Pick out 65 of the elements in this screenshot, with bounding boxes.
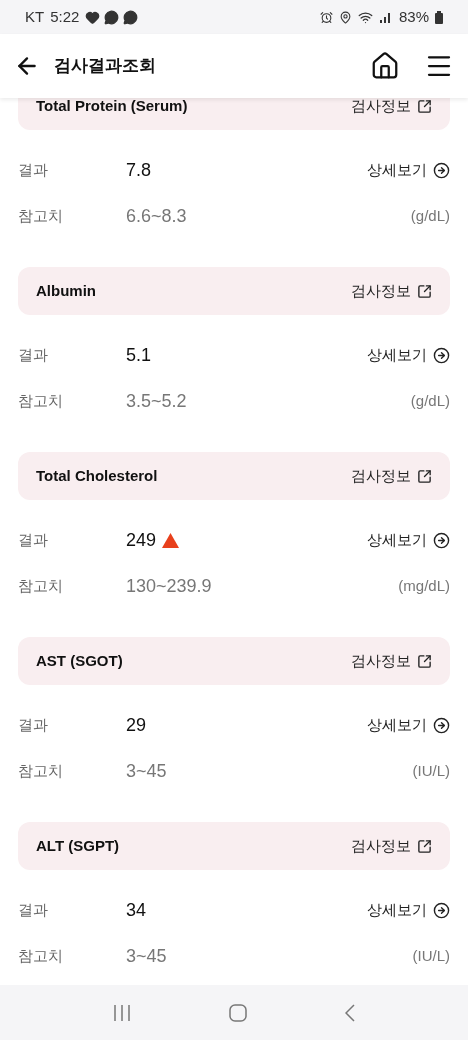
heart-icon — [85, 9, 101, 25]
alarm-icon — [319, 10, 333, 24]
test-name: ALT (SGPT) — [36, 835, 120, 856]
test-name: Albumin — [36, 280, 96, 301]
arrow-circle-icon — [433, 716, 450, 734]
test-info-link[interactable]: 검사정보 — [351, 98, 432, 118]
test-name: Total Protein (Serum) — [36, 98, 188, 116]
home-icon[interactable] — [370, 51, 400, 81]
reference-label: 참고치 — [18, 390, 64, 411]
reference-label: 참고치 — [18, 205, 64, 226]
unit: (IU/L) — [412, 945, 450, 966]
external-link-icon — [417, 98, 432, 114]
result-value: 249 — [126, 528, 157, 552]
result-value: 7.8 — [126, 158, 152, 182]
home-button-icon[interactable] — [229, 1003, 247, 1022]
arrow-circle-icon — [433, 161, 450, 179]
result-value: 34 — [126, 898, 147, 922]
reference-label: 참고치 — [18, 575, 64, 596]
test-info-link[interactable]: 검사정보 — [351, 464, 432, 488]
reference-range: 130~239.9 — [126, 574, 212, 598]
arrow-circle-icon — [433, 346, 450, 364]
unit: (mg/dL) — [398, 575, 450, 596]
arrow-circle-icon — [433, 531, 450, 549]
clock: 5:22 — [50, 6, 80, 27]
detail-link[interactable]: 상세보기 — [367, 713, 450, 737]
result-label: 결과 — [18, 714, 49, 735]
detail-link[interactable]: 상세보기 — [367, 158, 450, 182]
external-link-icon — [417, 283, 432, 299]
external-link-icon — [417, 468, 432, 484]
location-icon — [338, 10, 352, 24]
external-link-icon — [417, 653, 432, 669]
battery-icon — [435, 10, 443, 24]
result-label: 결과 — [18, 529, 49, 550]
test-info-link[interactable]: 검사정보 — [351, 649, 432, 673]
arrow-circle-icon — [433, 901, 450, 919]
test-name: AST (SGOT) — [36, 650, 123, 671]
result-value: 5.1 — [126, 343, 152, 367]
chat-bubble-icon — [104, 9, 120, 25]
unit: (IU/L) — [412, 760, 450, 781]
battery-percent: 83% — [398, 6, 429, 27]
reference-label: 참고치 — [18, 945, 64, 966]
detail-link[interactable]: 상세보기 — [367, 343, 450, 367]
unit: (g/dL) — [410, 205, 450, 226]
reference-range: 3~45 — [126, 944, 167, 968]
carrier: KT — [25, 6, 45, 27]
test-name: Total Cholesterol — [36, 465, 158, 486]
recent-apps-icon[interactable] — [113, 1004, 131, 1021]
result-label: 결과 — [18, 899, 49, 920]
test-info-link[interactable]: 검사정보 — [351, 279, 432, 303]
detail-link[interactable]: 상세보기 — [367, 528, 450, 552]
result-label: 결과 — [18, 344, 49, 365]
test-info-link[interactable]: 검사정보 — [351, 834, 432, 858]
reference-label: 참고치 — [18, 760, 64, 781]
wifi-icon — [357, 9, 373, 25]
result-label: 결과 — [18, 159, 49, 180]
detail-link[interactable]: 상세보기 — [367, 898, 450, 922]
reference-range: 6.6~8.3 — [126, 204, 187, 228]
reference-range: 3~45 — [126, 759, 167, 783]
reference-range: 3.5~5.2 — [126, 389, 187, 413]
unit: (g/dL) — [410, 390, 450, 411]
page-title: 검사결과조회 — [54, 55, 156, 78]
chat-bubble-icon — [123, 9, 139, 25]
signal-icon — [378, 11, 393, 23]
external-link-icon — [417, 838, 432, 854]
result-value: 29 — [126, 713, 147, 737]
